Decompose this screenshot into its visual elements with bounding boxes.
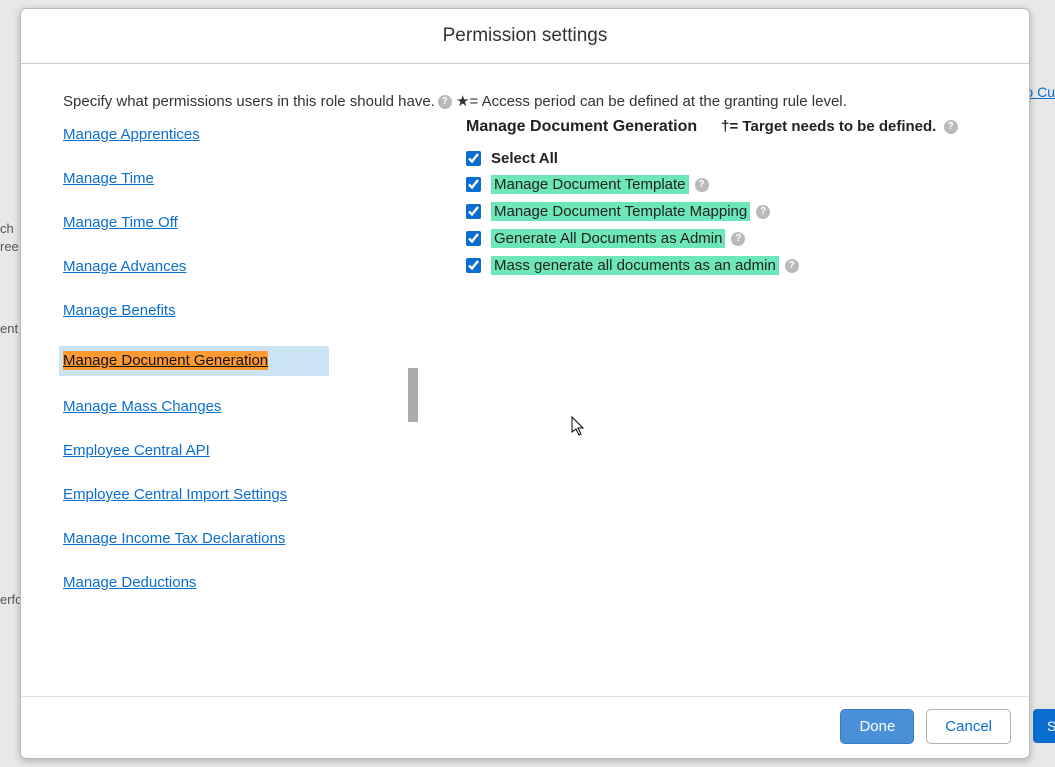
category-link[interactable]: Manage Time (63, 170, 154, 187)
cancel-button[interactable]: Cancel (926, 709, 1011, 744)
intro-text: Specify what permissions users in this r… (63, 80, 1005, 118)
help-icon[interactable]: ? (695, 178, 709, 192)
category-link[interactable]: Manage Benefits (63, 302, 176, 319)
category-panel: Manage Apprentices Manage Time Manage Time… (63, 118, 418, 618)
permission-checkbox[interactable] (466, 204, 481, 219)
category-item[interactable]: Manage Income Tax Declarations (63, 530, 418, 548)
background-save-button[interactable]: S (1033, 709, 1055, 743)
category-link[interactable]: Manage Advances (63, 258, 186, 275)
permission-item: Select All (466, 150, 1005, 167)
dialog-body: Specify what permissions users in this r… (21, 64, 1029, 696)
category-list: Manage Apprentices Manage Time Manage Time… (63, 126, 418, 592)
category-item[interactable]: Manage Benefits (63, 302, 418, 320)
category-item[interactable]: Manage Document Generation (59, 346, 329, 376)
scrollbar-thumb[interactable] (408, 368, 418, 422)
permission-item: Manage Document Template Mapping? (466, 202, 1005, 221)
category-link[interactable]: Employee Central Import Settings (63, 486, 287, 503)
help-icon[interactable]: ? (756, 205, 770, 219)
section-note: †= Target needs to be defined. ? (721, 118, 957, 135)
permission-label: Manage Document Template Mapping (491, 202, 750, 221)
permission-checkbox[interactable] (466, 258, 481, 273)
section-title: Manage Document Generation (466, 118, 697, 136)
help-icon[interactable]: ? (438, 95, 452, 109)
content-columns: Manage Apprentices Manage Time Manage Time… (63, 118, 1005, 618)
category-item[interactable]: Employee Central Import Settings (63, 486, 418, 504)
intro-legend: ★= Access period can be defined at the g… (456, 93, 847, 110)
help-icon[interactable]: ? (944, 120, 958, 134)
help-icon[interactable]: ? (785, 259, 799, 273)
permission-checkbox[interactable] (466, 231, 481, 246)
category-item[interactable]: Manage Advances (63, 258, 418, 276)
intro-prefix: Specify what permissions users in this r… (63, 93, 435, 110)
category-item[interactable]: Manage Mass Changes (63, 398, 418, 416)
permission-list: Select AllManage Document Template?Manag… (466, 150, 1005, 275)
dialog-header: Permission settings (21, 9, 1029, 64)
category-link[interactable]: Employee Central API (63, 442, 210, 459)
category-link[interactable]: Manage Deductions (63, 574, 196, 591)
category-item[interactable]: Manage Apprentices (63, 126, 418, 144)
permission-label: Mass generate all documents as an admin (491, 256, 779, 275)
category-link[interactable]: Manage Time Off (63, 214, 178, 231)
category-item[interactable]: Manage Time Off (63, 214, 418, 232)
permission-label: Manage Document Template (491, 175, 689, 194)
permissions-panel: Manage Document Generation †= Target nee… (418, 118, 1005, 618)
permission-item: Manage Document Template? (466, 175, 1005, 194)
select-all-checkbox[interactable] (466, 151, 481, 166)
permission-item: Mass generate all documents as an admin? (466, 256, 1005, 275)
section-header: Manage Document Generation †= Target nee… (466, 118, 1005, 136)
dialog-footer: Done Cancel (21, 696, 1029, 758)
category-item[interactable]: Employee Central API (63, 442, 418, 460)
category-item[interactable]: Manage Time (63, 170, 418, 188)
dialog-title: Permission settings (21, 25, 1029, 47)
permission-checkbox[interactable] (466, 177, 481, 192)
category-link[interactable]: Manage Income Tax Declarations (63, 530, 285, 547)
category-link[interactable]: Manage Mass Changes (63, 398, 221, 415)
permission-label: Select All (491, 150, 558, 167)
permission-item: Generate All Documents as Admin? (466, 229, 1005, 248)
category-link[interactable]: Manage Apprentices (63, 126, 200, 143)
permission-settings-dialog: Permission settings Specify what permiss… (20, 8, 1030, 759)
help-icon[interactable]: ? (731, 232, 745, 246)
permission-label: Generate All Documents as Admin (491, 229, 725, 248)
category-item[interactable]: Manage Deductions (63, 574, 418, 592)
category-link[interactable]: Manage Document Generation (63, 351, 268, 370)
done-button[interactable]: Done (840, 709, 914, 744)
